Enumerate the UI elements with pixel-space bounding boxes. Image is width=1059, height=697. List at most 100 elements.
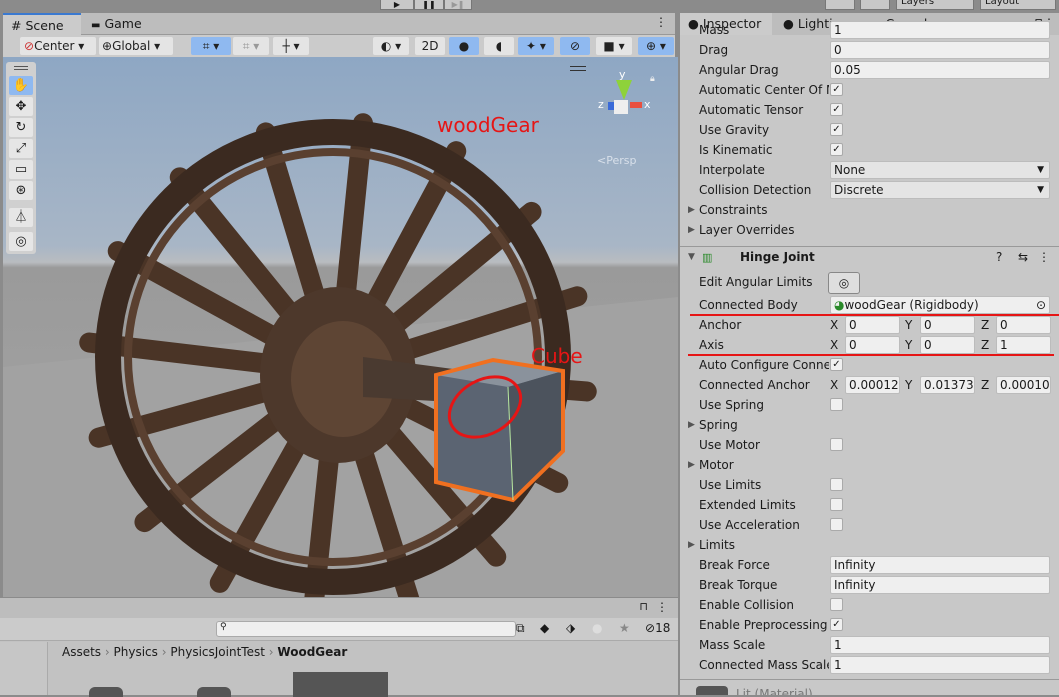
field-label[interactable]: Spring xyxy=(699,415,829,435)
axis-z-field[interactable]: 1 xyxy=(996,336,1051,354)
pivot-dropdown[interactable]: ⊘Center ▾ xyxy=(20,37,96,55)
connected-body-field[interactable]: ◕woodGear (Rigidbody) ⊙ xyxy=(830,296,1050,314)
rect-icon[interactable]: ▭ xyxy=(9,160,33,179)
snap-increment-toggle[interactable]: ⌗ ▾ xyxy=(233,37,269,55)
viewport-menu-icon[interactable] xyxy=(570,66,586,71)
step-button[interactable]: ▶❚ xyxy=(444,0,472,10)
scale-icon[interactable]: ⤢ xyxy=(9,139,33,158)
is-kinematic-checkbox[interactable]: ✓ xyxy=(830,143,843,156)
shading-mode-dropdown[interactable]: ◐ ▾ xyxy=(373,37,409,55)
more-menu-icon[interactable]: ⋮ xyxy=(656,600,668,614)
break-torque-field[interactable]: Infinity xyxy=(830,576,1050,594)
use-gravity-checkbox[interactable]: ✓ xyxy=(830,123,843,136)
field-label[interactable]: Limits xyxy=(699,535,829,555)
automatic-tensor-checkbox[interactable]: ✓ xyxy=(830,103,843,116)
search-input[interactable]: ⚲ xyxy=(216,621,516,637)
transform-icon[interactable]: ⊛ xyxy=(9,181,33,200)
lighting-toggle[interactable]: ● xyxy=(449,37,479,55)
layout-dropdown[interactable]: Layout xyxy=(980,0,1056,10)
connected-anchor-z-field[interactable]: 0.000101 xyxy=(996,376,1051,394)
gizmos-dropdown[interactable]: ⊕ ▾ xyxy=(638,37,674,55)
axis-y-field[interactable]: 0 xyxy=(920,336,975,354)
field-label[interactable]: Motor xyxy=(699,455,829,475)
move-icon[interactable]: ✥ xyxy=(9,97,33,116)
connected-anchor-y-field[interactable]: 0.013738 xyxy=(920,376,975,394)
space-dropdown[interactable]: ⊕Global ▾ xyxy=(99,37,173,55)
connected-anchor-x-field[interactable]: 0.000120 xyxy=(845,376,900,394)
audio-toggle[interactable]: ◖ xyxy=(484,37,514,55)
connected-mass-scale-field[interactable]: 1 xyxy=(830,656,1050,674)
mass-scale-field[interactable]: 1 xyxy=(830,636,1050,654)
enable-collision-checkbox[interactable] xyxy=(830,598,843,611)
filter-label-icon[interactable]: ⬗ xyxy=(566,621,575,635)
more-menu-icon[interactable]: ⋮ xyxy=(655,15,667,29)
drag-field[interactable]: 0 xyxy=(830,41,1050,59)
field-label[interactable]: Constraints xyxy=(699,200,829,220)
anchor-y-field[interactable]: 0 xyxy=(920,316,975,334)
lock-icon[interactable]: 🔒︎ xyxy=(650,74,655,84)
favorite-star-icon[interactable]: ★ xyxy=(619,621,630,635)
grid-snap-toggle[interactable]: ⌗ ▾ xyxy=(191,37,231,55)
anchor-z-field[interactable]: 0 xyxy=(996,316,1051,334)
asset-thumbnail[interactable] xyxy=(293,672,388,697)
view-tool-icon[interactable]: ◎ xyxy=(9,232,33,251)
filter-type-icon[interactable]: ◆ xyxy=(540,621,549,635)
fold-arrow-icon[interactable]: ▶ xyxy=(688,455,695,475)
fold-arrow-icon[interactable]: ▶ xyxy=(688,415,695,435)
auto-configure-connected-anchor-checkbox[interactable]: ✓ xyxy=(830,358,843,371)
layers-dropdown[interactable]: Layers xyxy=(896,0,974,10)
use-limits-checkbox[interactable] xyxy=(830,478,843,491)
breadcrumb-assets[interactable]: Assets xyxy=(62,645,101,659)
breadcrumb-woodgear[interactable]: WoodGear xyxy=(277,645,347,659)
interpolate-dropdown[interactable]: None ▼ xyxy=(830,161,1050,179)
pause-button[interactable]: ❚❚ xyxy=(414,0,444,10)
breadcrumb-physicsjointtest[interactable]: PhysicsJointTest xyxy=(170,645,265,659)
scene-visibility-toggle[interactable]: ⊘ xyxy=(560,37,590,55)
lock-icon[interactable]: ⊓ xyxy=(639,600,648,613)
asset-thumbnail[interactable] xyxy=(197,687,231,697)
tab-game[interactable]: ▬ Game xyxy=(83,13,150,35)
hidden-packages-toggle[interactable]: ⊘18 xyxy=(645,621,670,635)
ruler-dropdown[interactable]: ┼ ▾ xyxy=(273,37,309,55)
play-button[interactable]: ▶ xyxy=(380,0,414,10)
effects-dropdown[interactable]: ✦ ▾ xyxy=(518,37,554,55)
break-force-field[interactable]: Infinity xyxy=(830,556,1050,574)
tab-scene[interactable]: # Scene xyxy=(3,13,81,35)
preset-icon[interactable]: ⇆ xyxy=(1018,247,1028,268)
enable-preprocessing-checkbox[interactable]: ✓ xyxy=(830,618,843,631)
custom-tool-icon[interactable]: ⏃ xyxy=(9,208,33,227)
axis-x-field[interactable]: 0 xyxy=(845,336,900,354)
hand-icon[interactable]: ✋ xyxy=(9,76,33,95)
fold-arrow-icon[interactable]: ▼ xyxy=(688,247,695,268)
edit-angular-limits-button[interactable]: ◎ xyxy=(828,272,860,294)
rotate-icon[interactable]: ↻ xyxy=(9,118,33,137)
anchor-x-field[interactable]: 0 xyxy=(845,316,900,334)
history-button[interactable] xyxy=(825,0,855,10)
use-motor-checkbox[interactable] xyxy=(830,438,843,451)
folder-tree[interactable] xyxy=(0,642,48,695)
2d-toggle[interactable]: 2D xyxy=(415,37,445,55)
use-spring-checkbox[interactable] xyxy=(830,398,843,411)
fold-arrow-icon[interactable]: ▶ xyxy=(688,220,695,240)
drag-handle-icon[interactable] xyxy=(14,66,28,70)
use-acceleration-checkbox[interactable] xyxy=(830,518,843,531)
asset-thumbnail[interactable] xyxy=(89,687,123,697)
open-window-icon[interactable]: ⧉ xyxy=(516,621,525,636)
gizmo-center-cube[interactable] xyxy=(614,100,628,114)
fold-arrow-icon[interactable]: ▶ xyxy=(688,535,695,555)
automatic-center-of-mass-checkbox[interactable]: ✓ xyxy=(830,83,843,96)
extended-limits-checkbox[interactable] xyxy=(830,498,843,511)
scene-viewport[interactable] xyxy=(3,57,678,597)
search-button[interactable] xyxy=(860,0,890,10)
help-icon[interactable]: ? xyxy=(996,247,1002,268)
projection-label[interactable]: <Persp xyxy=(597,154,636,167)
more-menu-icon[interactable]: ⋮ xyxy=(1038,247,1050,268)
gizmo-y-axis[interactable] xyxy=(616,80,632,100)
collision-detection-dropdown[interactable]: Discrete ▼ xyxy=(830,181,1050,199)
angular-drag-field[interactable]: 0.05 xyxy=(830,61,1050,79)
object-picker-icon[interactable]: ⊙ xyxy=(1036,297,1046,313)
hinge-joint-header[interactable]: ▼ ▥ Hinge Joint ? ⇆ ⋮ xyxy=(680,247,1059,268)
gizmo-x-axis[interactable] xyxy=(630,102,642,108)
wood-gear-model[interactable] xyxy=(3,57,678,597)
field-label[interactable]: Layer Overrides xyxy=(699,220,829,240)
